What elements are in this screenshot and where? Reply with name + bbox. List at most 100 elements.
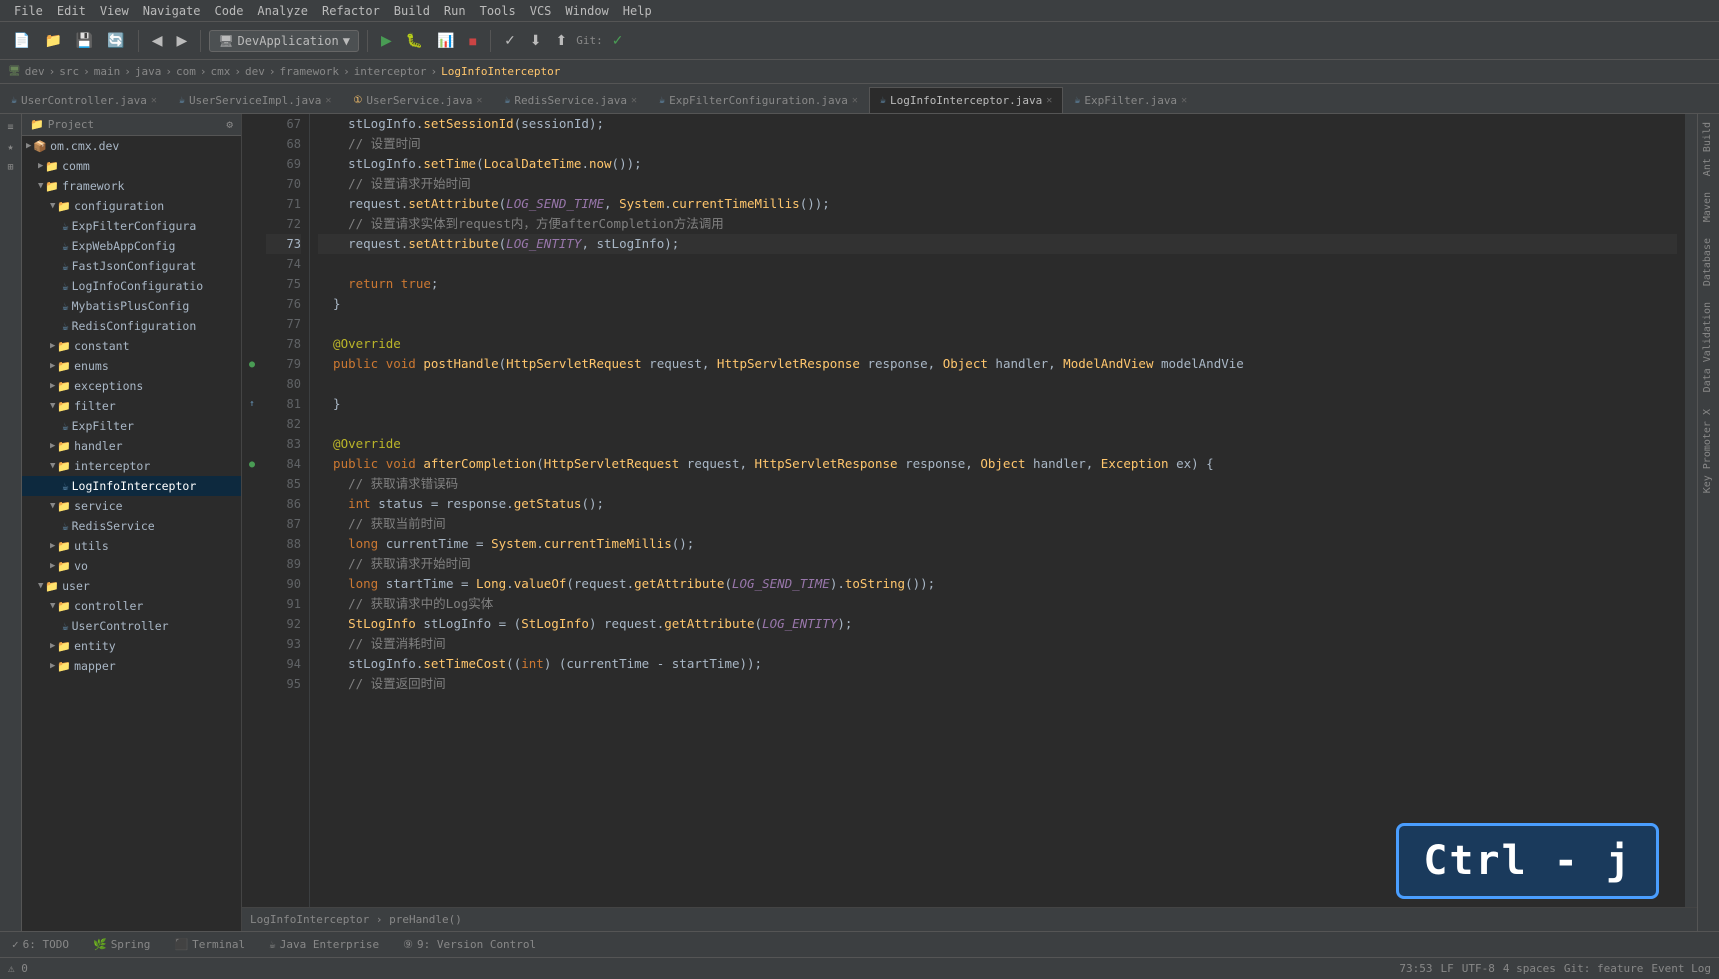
status-lf[interactable]: LF — [1441, 962, 1454, 975]
btn-spring[interactable]: 🌿 Spring — [89, 936, 154, 953]
menu-edit[interactable]: Edit — [51, 2, 92, 20]
tree-loginfoconfiguration[interactable]: ☕ LogInfoConfiguratio — [22, 276, 241, 296]
bc-src[interactable]: src — [59, 65, 79, 78]
tree-framework[interactable]: ▼ 📁 framework — [22, 176, 241, 196]
tree-exceptions[interactable]: ▶ 📁 exceptions — [22, 376, 241, 396]
tab-close-btn[interactable]: ✕ — [1181, 95, 1187, 106]
tab-userservice[interactable]: ① UserService.java ✕ — [342, 87, 493, 113]
bc-devpath[interactable]: dev — [245, 65, 265, 78]
tree-service[interactable]: ▼ 📁 service — [22, 496, 241, 516]
tree-expfilter[interactable]: ☕ ExpFilter — [22, 416, 241, 436]
bc-com[interactable]: com — [176, 65, 196, 78]
btn-java-enterprise[interactable]: ☕ Java Enterprise — [265, 936, 383, 953]
tree-redisservice[interactable]: ☕ RedisService — [22, 516, 241, 536]
toolbar-new-file[interactable]: 📄 — [8, 29, 35, 52]
tree-mybatisplus[interactable]: ☕ MybatisPlusConfig — [22, 296, 241, 316]
menu-tools[interactable]: Tools — [474, 2, 522, 20]
tree-redisconfig[interactable]: ☕ RedisConfiguration — [22, 316, 241, 336]
toolbar-save[interactable]: 💾 — [71, 29, 98, 52]
tree-constant[interactable]: ▶ 📁 constant — [22, 336, 241, 356]
toolbar-git-update[interactable]: ⬇ — [525, 29, 547, 52]
tree-mapper[interactable]: ▶ 📁 mapper — [22, 656, 241, 676]
menu-navigate[interactable]: Navigate — [137, 2, 207, 20]
gutter-79-run[interactable]: ● — [242, 354, 262, 374]
right-panel-key-promoter[interactable]: Key Promoter X — [1698, 401, 1719, 501]
menu-vcs[interactable]: VCS — [524, 2, 558, 20]
tree-utils[interactable]: ▶ 📁 utils — [22, 536, 241, 556]
tree-loginfointerceptor[interactable]: ☕ LogInfoInterceptor — [22, 476, 241, 496]
project-panel-toggle[interactable]: ≡ — [2, 118, 20, 136]
right-panel-ant-build[interactable]: Ant Build — [1698, 114, 1719, 184]
right-panel-maven[interactable]: Maven — [1698, 184, 1719, 230]
bc-main[interactable]: main — [94, 65, 121, 78]
menu-code[interactable]: Code — [209, 2, 250, 20]
tree-interceptor[interactable]: ▼ 📁 interceptor — [22, 456, 241, 476]
tab-expfilterconfig[interactable]: ☕ ExpFilterConfiguration.java ✕ — [648, 87, 869, 113]
menu-refactor[interactable]: Refactor — [316, 2, 386, 20]
code-content[interactable]: stLogInfo.setSessionId(sessionId); // 设置… — [310, 114, 1685, 907]
status-indent[interactable]: 4 spaces — [1503, 962, 1556, 975]
tab-close-btn[interactable]: ✕ — [1046, 95, 1052, 106]
menu-help[interactable]: Help — [617, 2, 658, 20]
right-panel-data-validation[interactable]: Data Validation — [1698, 294, 1719, 400]
bc-dev[interactable]: dev — [25, 65, 45, 78]
status-git[interactable]: Git: feature — [1564, 962, 1643, 975]
structure-btn[interactable]: ⊞ — [2, 158, 20, 176]
toolbar-stop[interactable]: ■ — [464, 30, 482, 52]
toolbar-forward[interactable]: ▶ — [172, 29, 193, 52]
tree-entity[interactable]: ▶ 📁 entity — [22, 636, 241, 656]
menu-file[interactable]: File — [8, 2, 49, 20]
tree-expwebappconfig[interactable]: ☕ ExpWebAppConfig — [22, 236, 241, 256]
tree-filter[interactable]: ▼ 📁 filter — [22, 396, 241, 416]
tree-usercontroller[interactable]: ☕ UserController — [22, 616, 241, 636]
tree-handler[interactable]: ▶ 📁 handler — [22, 436, 241, 456]
tab-usercontroller[interactable]: ☕ UserController.java ✕ — [0, 87, 168, 113]
menu-view[interactable]: View — [94, 2, 135, 20]
tree-user[interactable]: ▼ 📁 user — [22, 576, 241, 596]
bc-framework[interactable]: framework — [279, 65, 339, 78]
status-warnings[interactable]: ⚠ 0 — [8, 962, 28, 975]
toolbar-git-commit[interactable]: ✓ — [499, 29, 521, 52]
tab-userserviceimpl[interactable]: ☕ UserServiceImpl.java ✕ — [168, 87, 343, 113]
status-position[interactable]: 73:53 — [1399, 962, 1432, 975]
toolbar-run-with-coverage[interactable]: 📊 — [432, 29, 459, 52]
tab-close-btn[interactable]: ✕ — [325, 95, 331, 106]
tab-loginfo-interceptor[interactable]: ☕ LogInfoInterceptor.java ✕ — [869, 87, 1063, 113]
tab-close-btn[interactable]: ✕ — [476, 95, 482, 106]
toolbar-git-push[interactable]: ⬆ — [551, 29, 573, 52]
menu-build[interactable]: Build — [388, 2, 436, 20]
menu-window[interactable]: Window — [559, 2, 614, 20]
tree-fastjsonconfig[interactable]: ☕ FastJsonConfigurat — [22, 256, 241, 276]
tree-controller[interactable]: ▼ 📁 controller — [22, 596, 241, 616]
menu-run[interactable]: Run — [438, 2, 472, 20]
tree-vo[interactable]: ▶ 📁 vo — [22, 556, 241, 576]
bc-java[interactable]: java — [135, 65, 162, 78]
bookmark-btn[interactable]: ★ — [2, 138, 20, 156]
right-panel-database[interactable]: Database — [1698, 230, 1719, 294]
bc-class[interactable]: LogInfoInterceptor — [441, 65, 560, 78]
btn-todo[interactable]: ✓ 6: TODO — [8, 936, 73, 953]
toolbar-open[interactable]: 📁 — [39, 29, 66, 52]
tab-close-btn[interactable]: ✕ — [852, 95, 858, 106]
toolbar-run[interactable]: ▶ — [376, 29, 397, 52]
project-panel-settings[interactable]: ⚙ — [226, 118, 233, 131]
tree-comm[interactable]: ▶ 📁 comm — [22, 156, 241, 176]
tab-close-btn[interactable]: ✕ — [151, 95, 157, 106]
bc-interceptor[interactable]: interceptor — [354, 65, 427, 78]
tree-enums[interactable]: ▶ 📁 enums — [22, 356, 241, 376]
tab-close-btn[interactable]: ✕ — [631, 95, 637, 106]
gutter-84-run[interactable]: ● — [242, 454, 262, 474]
menu-analyze[interactable]: Analyze — [251, 2, 314, 20]
tree-configuration[interactable]: ▼ 📁 configuration — [22, 196, 241, 216]
tree-expfilterconfig[interactable]: ☕ ExpFilterConfigura — [22, 216, 241, 236]
code-editor[interactable]: ● ↑ ● 67 68 — [242, 114, 1697, 907]
btn-version-control[interactable]: ⑨ 9: Version Control — [399, 936, 540, 953]
toolbar-sync[interactable]: 🔄 — [102, 29, 129, 52]
status-event-log[interactable]: Event Log — [1651, 962, 1711, 975]
tab-expfilter[interactable]: ☕ ExpFilter.java ✕ — [1063, 87, 1198, 113]
toolbar-back[interactable]: ◀ — [147, 29, 168, 52]
toolbar-debug[interactable]: 🐛 — [401, 29, 428, 52]
toolbar-git-check[interactable]: ✓ — [607, 29, 629, 52]
status-encoding[interactable]: UTF-8 — [1462, 962, 1495, 975]
run-config-dropdown[interactable]: 🖥 DevApplication ▼ — [209, 30, 359, 52]
